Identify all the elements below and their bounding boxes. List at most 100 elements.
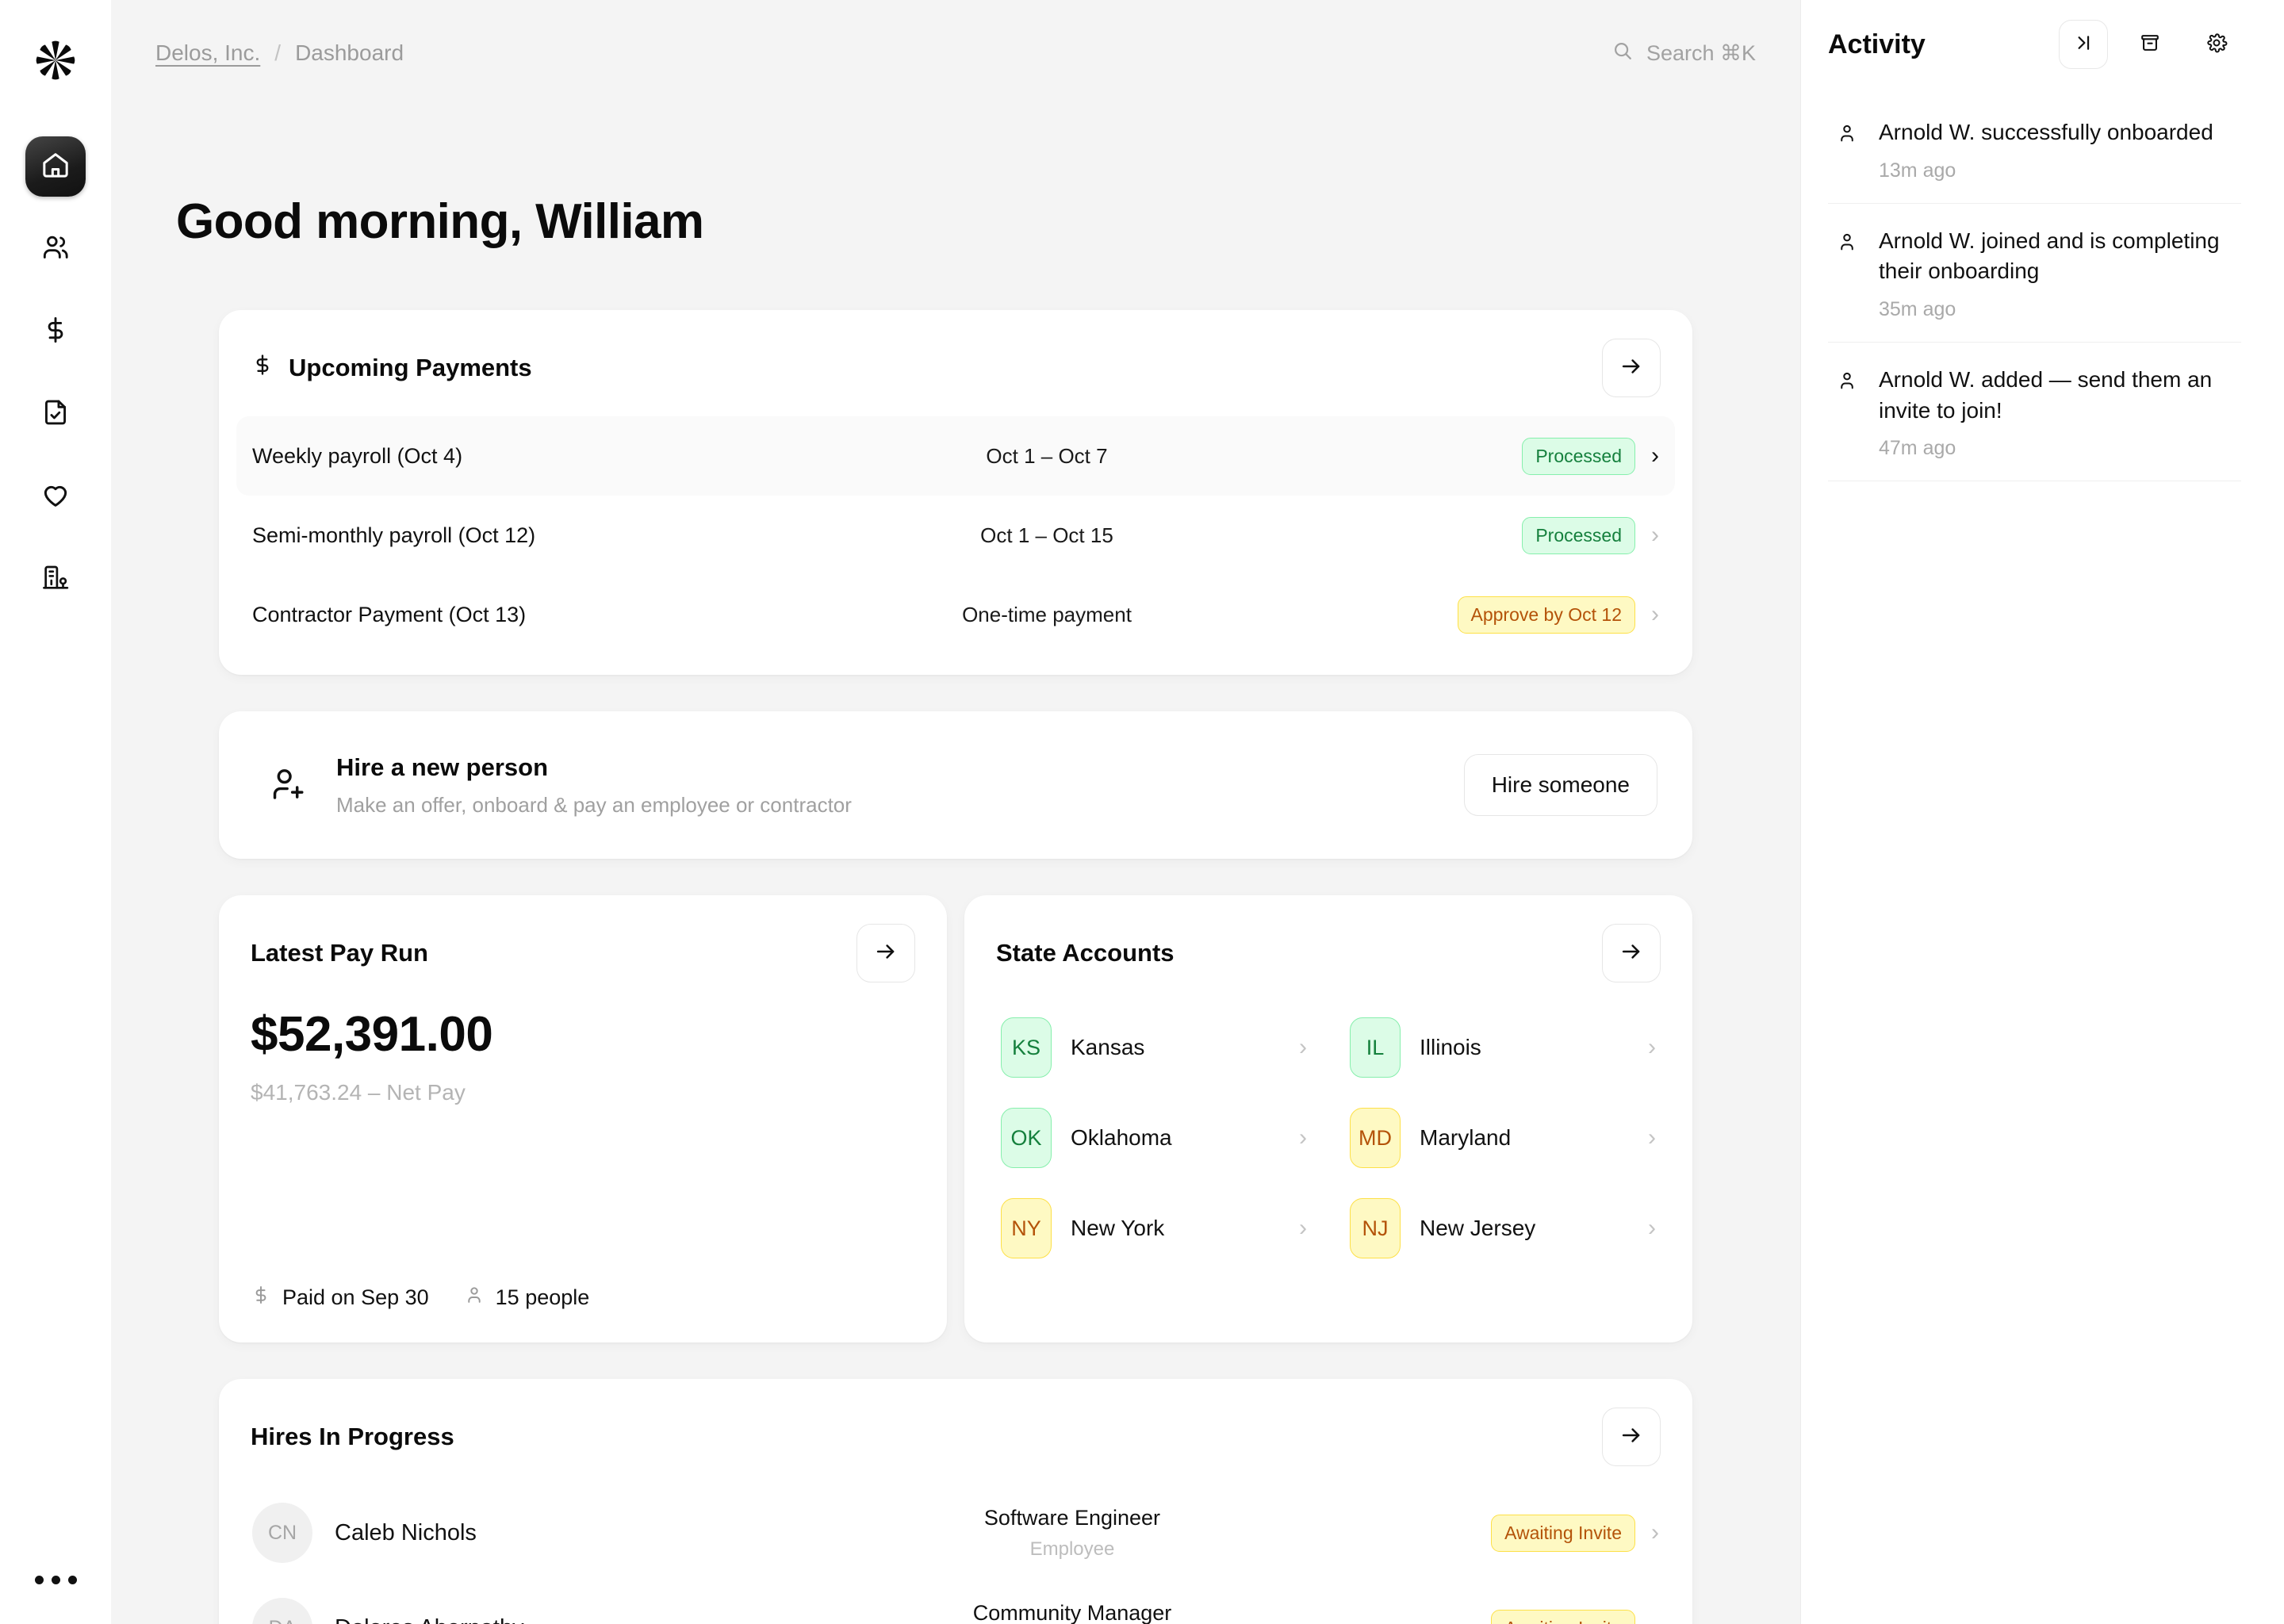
sidebar-item-company[interactable] (25, 549, 86, 609)
chevron-right-icon[interactable]: › (1651, 603, 1659, 626)
latest-pay-run-arrow-button[interactable] (856, 924, 915, 982)
hire-card-title: Hire a new person (336, 753, 852, 782)
sidebar-item-payments[interactable] (25, 301, 86, 362)
state-code-chip: IL (1350, 1017, 1401, 1078)
hire-card-text: Hire a new person Make an offer, onboard… (336, 753, 852, 818)
list-item[interactable]: Arnold W. added — send them an invite to… (1828, 343, 2241, 481)
hires-in-progress-rows: CN Caleb Nichols Software Engineer Emplo… (219, 1485, 1692, 1624)
status-badge: Processed (1522, 517, 1635, 554)
pay-run-paid-on: Paid on Sep 30 (282, 1285, 429, 1310)
table-row[interactable]: Contractor Payment (Oct 13) One-time pay… (236, 575, 1675, 654)
status-badge: Awaiting Invite (1491, 1610, 1635, 1624)
chevron-right-icon[interactable]: › (1651, 1521, 1659, 1545)
state-code-chip: NJ (1350, 1198, 1401, 1258)
hires-in-progress-card: Hires In Progress CN Caleb Nichols (219, 1379, 1692, 1624)
gear-icon (2205, 32, 2228, 58)
asterisk-flower-logo[interactable] (16, 21, 95, 100)
upcoming-payments-arrow-button[interactable] (1602, 339, 1661, 397)
activity-item-time: 47m ago (1879, 437, 2241, 460)
activity-panel: Activity (1800, 0, 2284, 1624)
breadcrumb-current: Dashboard (295, 40, 404, 66)
hires-in-progress-arrow-button[interactable] (1602, 1408, 1661, 1466)
list-item[interactable]: OK Oklahoma › (988, 1097, 1320, 1179)
status-badge: Awaiting Invite (1491, 1515, 1635, 1552)
hire-new-person-card: Hire a new person Make an offer, onboard… (219, 711, 1692, 859)
arrow-right-icon (1619, 354, 1644, 383)
pay-run-footer: Paid on Sep 30 15 people (251, 1285, 915, 1311)
hire-role: Software Engineer (984, 1506, 1160, 1530)
table-row[interactable]: DA Dolores Abernathy Community Manager E… (236, 1580, 1675, 1624)
state-name: Illinois (1420, 1035, 1481, 1060)
upcoming-payments-card: Upcoming Payments Weekly payroll (Oct 4) (219, 310, 1692, 675)
breadcrumb-org[interactable]: Delos, Inc. (155, 40, 260, 66)
chevron-right-icon[interactable]: › (1299, 1034, 1307, 1061)
rail-nav-list (25, 136, 86, 609)
state-name: Maryland (1420, 1125, 1511, 1151)
sidebar-item-home[interactable] (25, 136, 86, 197)
activity-item-time: 13m ago (1879, 159, 2213, 182)
table-row[interactable]: CN Caleb Nichols Software Engineer Emplo… (236, 1485, 1675, 1580)
sidebar-item-benefits[interactable] (25, 466, 86, 527)
pay-run-people-count: 15 people (496, 1285, 590, 1310)
activity-title: Activity (1828, 29, 1926, 60)
upcoming-payments-header: Upcoming Payments (219, 310, 1692, 416)
two-column-row: Latest Pay Run $52,391.00 $41,763.24 – N… (219, 895, 1692, 1342)
main-content: Delos, Inc. / Dashboard Search ⌘K Good m… (111, 0, 1800, 1624)
settings-button[interactable] (2192, 20, 2241, 69)
state-name: New Jersey (1420, 1216, 1535, 1241)
hire-name: Caleb Nichols (335, 1520, 747, 1546)
sidebar-item-people[interactable] (25, 219, 86, 279)
table-row[interactable]: Weekly payroll (Oct 4) Oct 1 – Oct 7 Pro… (236, 416, 1675, 496)
list-item[interactable]: NJ New Jersey › (1337, 1187, 1669, 1270)
chevron-right-icon[interactable]: › (1648, 1124, 1656, 1151)
people-icon (40, 232, 71, 267)
hire-role: Community Manager (973, 1601, 1172, 1624)
chevron-right-icon[interactable]: › (1651, 1616, 1659, 1624)
chevron-right-icon[interactable]: › (1648, 1215, 1656, 1242)
person-icon (1836, 365, 1858, 460)
left-nav-rail (0, 0, 111, 1624)
chevron-right-icon[interactable]: › (1299, 1215, 1307, 1242)
archive-button[interactable] (2125, 20, 2175, 69)
collapse-panel-button[interactable] (2059, 20, 2108, 69)
hire-row-right: Awaiting Invite › (1397, 1515, 1659, 1552)
list-item[interactable]: NY New York › (988, 1187, 1320, 1270)
person-icon (1836, 226, 1858, 321)
payment-period: Oct 1 – Oct 7 (696, 444, 1397, 469)
person-icon (1836, 117, 1858, 182)
pay-run-people-wrap: 15 people (464, 1285, 590, 1311)
state-accounts-grid: KS Kansas › IL Illinois › OK Oklahoma (964, 1002, 1692, 1298)
payment-period: One-time payment (696, 603, 1397, 627)
state-accounts-card: State Accounts KS Kansas (964, 895, 1692, 1342)
chevron-right-icon[interactable]: › (1648, 1034, 1656, 1061)
list-item[interactable]: Arnold W. joined and is completing their… (1828, 204, 2241, 343)
activity-item-time: 35m ago (1879, 298, 2241, 321)
latest-pay-run-body: $52,391.00 $41,763.24 – Net Pay Paid on … (219, 1002, 947, 1342)
state-accounts-title: State Accounts (996, 939, 1175, 967)
activity-item-body: Arnold W. successfully onboarded 13m ago (1879, 117, 2213, 182)
hire-someone-button[interactable]: Hire someone (1464, 754, 1657, 816)
payment-row-right: Processed › (1397, 517, 1659, 554)
hire-card-body: Hire a new person Make an offer, onboard… (219, 711, 1692, 859)
table-row[interactable]: Semi-monthly payroll (Oct 12) Oct 1 – Oc… (236, 496, 1675, 575)
activity-item-body: Arnold W. added — send them an invite to… (1879, 365, 2241, 460)
payment-period: Oct 1 – Oct 15 (696, 523, 1397, 548)
list-item[interactable]: IL Illinois › (1337, 1006, 1669, 1089)
home-icon (40, 149, 71, 185)
dollar-icon (40, 315, 71, 349)
chevron-right-icon[interactable]: › (1651, 444, 1659, 468)
hire-card-subtitle: Make an offer, onboard & pay an employee… (336, 793, 852, 818)
state-accounts-arrow-button[interactable] (1602, 924, 1661, 982)
rail-more-button[interactable] (25, 1556, 86, 1603)
hires-in-progress-title: Hires In Progress (251, 1423, 454, 1451)
list-item[interactable]: KS Kansas › (988, 1006, 1320, 1089)
list-item[interactable]: MD Maryland › (1337, 1097, 1669, 1179)
arrow-right-icon (1619, 1423, 1644, 1452)
hire-role-wrap: Software Engineer Employee (747, 1506, 1397, 1561)
search-button[interactable]: Search ⌘K (1611, 40, 1756, 67)
arrow-right-icon (873, 939, 899, 968)
list-item[interactable]: Arnold W. successfully onboarded 13m ago (1828, 95, 2241, 204)
sidebar-item-documents[interactable] (25, 384, 86, 444)
chevron-right-icon[interactable]: › (1651, 523, 1659, 547)
chevron-right-icon[interactable]: › (1299, 1124, 1307, 1151)
